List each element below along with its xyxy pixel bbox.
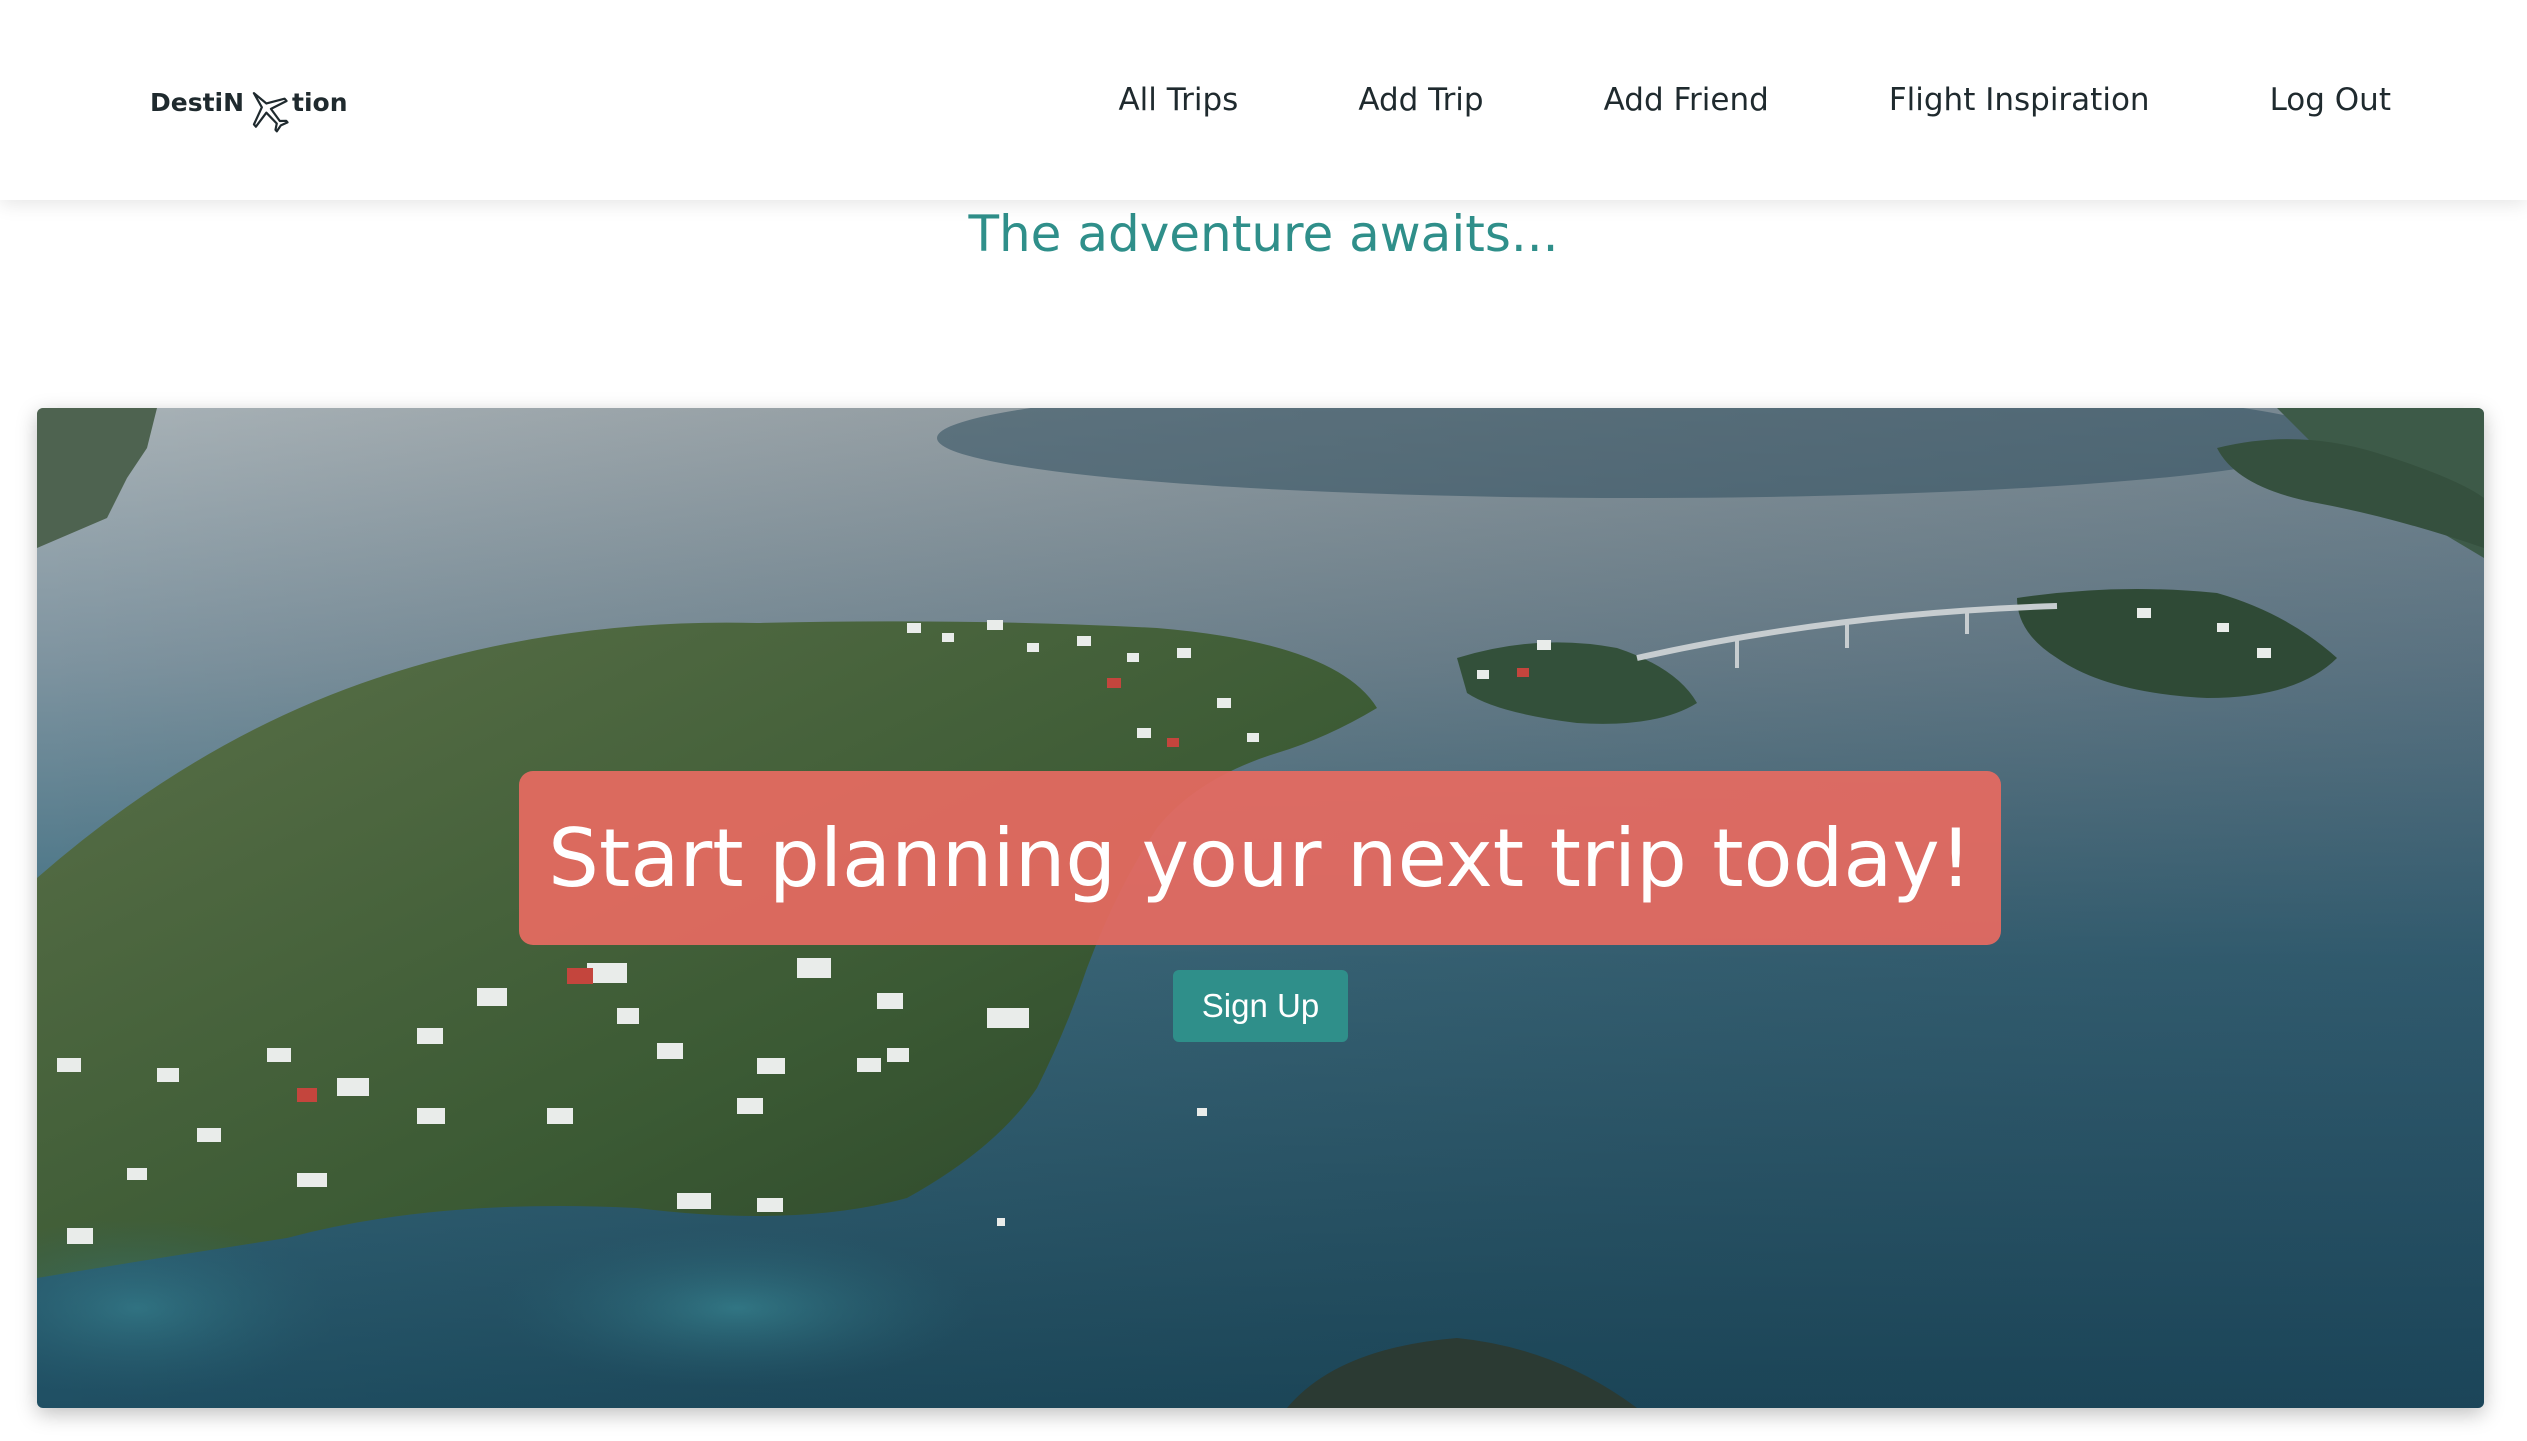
brand-text-start: DestiN — [150, 87, 245, 117]
nav-flight-inspiration[interactable]: Flight Inspiration — [1889, 70, 2150, 130]
navbar: DestiN tion All Trips Add Trip Add Frien… — [0, 0, 2527, 200]
airplane-icon — [252, 92, 289, 133]
hero-section: Start planning your next trip today! Sig… — [37, 408, 2484, 1408]
brand-logo[interactable]: DestiN tion — [150, 72, 348, 133]
page-tagline: The adventure awaits... — [968, 205, 1559, 263]
nav-add-trip[interactable]: Add Trip — [1358, 70, 1483, 130]
brand-text-end: tion — [292, 87, 348, 117]
signup-button[interactable]: Sign Up — [1173, 970, 1348, 1042]
nav-add-friend[interactable]: Add Friend — [1604, 70, 1769, 130]
nav-all-trips[interactable]: All Trips — [1118, 70, 1238, 130]
hero-headline: Start planning your next trip today! — [519, 771, 2001, 945]
nav-log-out[interactable]: Log Out — [2270, 70, 2391, 130]
main-nav: All Trips Add Trip Add Friend Flight Ins… — [998, 70, 2391, 130]
